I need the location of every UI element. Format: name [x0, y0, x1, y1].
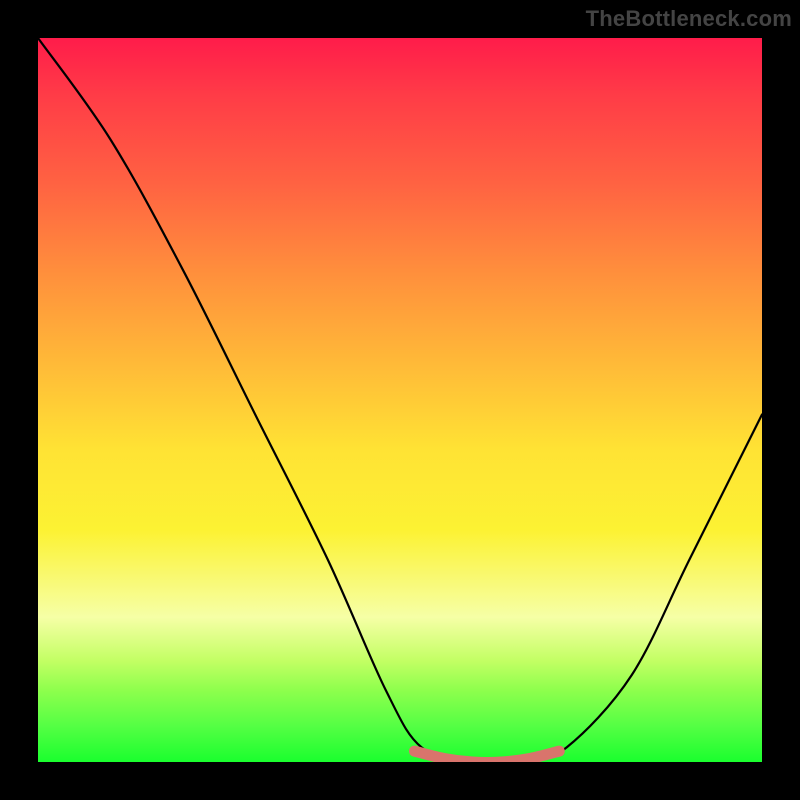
- curve-svg: [38, 38, 762, 762]
- bottleneck-curve: [38, 38, 762, 762]
- bottleneck-range-marker: [414, 751, 559, 762]
- watermark-text: TheBottleneck.com: [586, 6, 792, 32]
- chart-container: TheBottleneck.com: [0, 0, 800, 800]
- plot-area: [38, 38, 762, 762]
